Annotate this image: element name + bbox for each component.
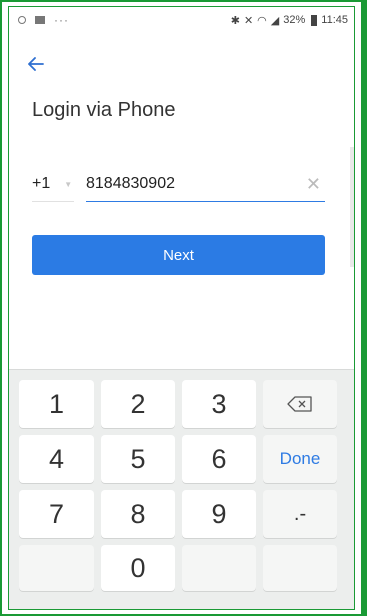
- screen: ··· ✱ ✕ ◠ ◢ 32% 11:45 Login via Phone +1…: [8, 6, 355, 610]
- key-5[interactable]: 5: [101, 435, 175, 483]
- phone-field[interactable]: ✕: [86, 167, 325, 202]
- key-7[interactable]: 7: [19, 490, 94, 538]
- country-code: +1: [32, 175, 51, 192]
- key-1[interactable]: 1: [19, 380, 94, 428]
- notification-icon: [18, 16, 26, 24]
- backspace-icon: [287, 396, 312, 412]
- scroll-indicator: [350, 147, 354, 267]
- next-button[interactable]: Next: [32, 235, 325, 275]
- key-3[interactable]: 3: [182, 380, 256, 428]
- more-notifications-icon: ···: [54, 13, 69, 27]
- battery-percent: 32%: [283, 14, 306, 26]
- mute-icon: ✕: [243, 14, 254, 27]
- status-bar: ··· ✱ ✕ ◠ ◢ 32% 11:45: [9, 7, 354, 33]
- empty-key-left: [19, 545, 94, 591]
- done-key[interactable]: Done: [263, 435, 337, 483]
- key-9[interactable]: 9: [182, 490, 256, 538]
- signal-icon: ◢: [270, 14, 280, 27]
- back-button[interactable]: [23, 51, 49, 77]
- key-0[interactable]: 0: [101, 545, 175, 591]
- key-8[interactable]: 8: [101, 490, 175, 538]
- device-frame: ··· ✱ ✕ ◠ ◢ 32% 11:45 Login via Phone +1…: [0, 0, 367, 616]
- empty-key-right: [263, 545, 337, 591]
- empty-key-middle: [182, 545, 256, 591]
- key-4[interactable]: 4: [19, 435, 94, 483]
- backspace-key[interactable]: [263, 380, 337, 428]
- phone-input[interactable]: [86, 175, 286, 193]
- clock: 11:45: [321, 14, 348, 26]
- key-6[interactable]: 6: [182, 435, 256, 483]
- numeric-keyboard: 1 2 3 4 5 6 Done 7 8 9 .- 0: [9, 369, 354, 609]
- key-2[interactable]: 2: [101, 380, 175, 428]
- battery-icon: [311, 14, 318, 26]
- bluetooth-icon: ✱: [230, 14, 240, 27]
- chevron-down-icon: ▼: [64, 179, 73, 189]
- clear-icon[interactable]: ✕: [306, 174, 321, 195]
- symbol-key[interactable]: .-: [263, 490, 337, 538]
- page-title: Login via Phone: [32, 99, 176, 121]
- wifi-icon: ◠: [257, 14, 267, 27]
- arrow-left-icon: [28, 57, 44, 71]
- country-code-selector[interactable]: +1 ▼: [32, 167, 74, 202]
- image-notification-icon: [35, 16, 45, 24]
